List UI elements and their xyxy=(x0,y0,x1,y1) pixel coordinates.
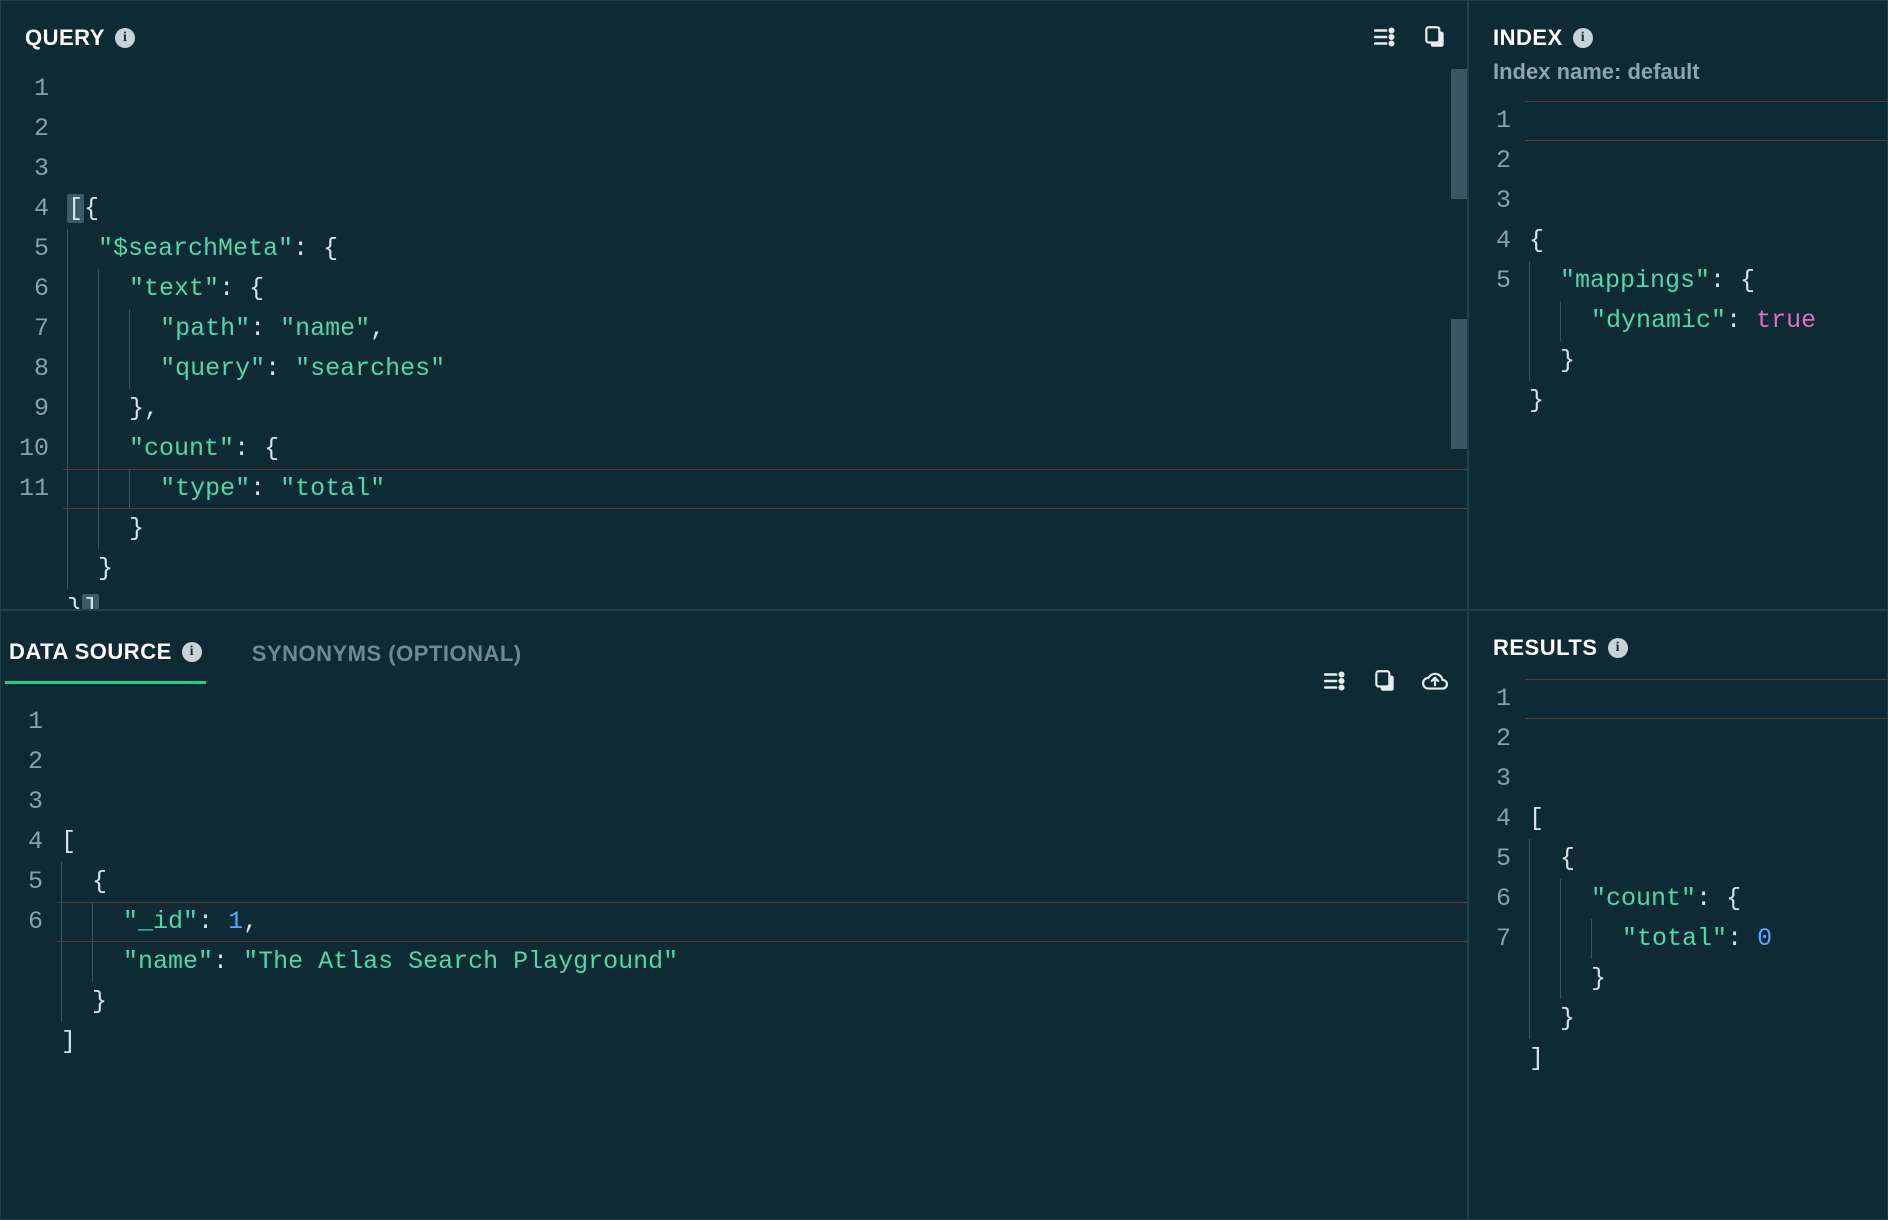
cursor-line xyxy=(1525,679,1887,719)
query-gutter: 1234567891011 xyxy=(1,59,63,609)
results-gutter: 1234567 xyxy=(1469,669,1525,1219)
upload-icon[interactable] xyxy=(1421,667,1449,695)
info-icon[interactable]: i xyxy=(1573,28,1593,48)
index-editor[interactable]: 12345 { "mappings": { "dynamic": true }} xyxy=(1469,91,1887,609)
query-code[interactable]: [{ "$searchMeta": { "text": { "path": "n… xyxy=(63,59,1467,609)
data-source-header: DATA SOURCE i SYNONYMS (OPTIONAL) xyxy=(1,611,1467,692)
results-code[interactable]: [ { "count": { "total": 0 } }] xyxy=(1525,669,1887,1219)
info-icon[interactable]: i xyxy=(1608,638,1628,658)
tab-label: SYNONYMS (OPTIONAL) xyxy=(252,641,522,667)
data-source-tabs: DATA SOURCE i SYNONYMS (OPTIONAL) xyxy=(5,611,526,684)
copy-icon[interactable] xyxy=(1371,667,1399,695)
results-title: RESULTS xyxy=(1493,635,1598,661)
data-source-gutter: 123456 xyxy=(1,692,57,1219)
tab-label: DATA SOURCE xyxy=(9,639,172,665)
data-source-editor[interactable]: 123456 [ { "_id": 1, "name": "The Atlas … xyxy=(1,692,1467,1219)
format-icon[interactable] xyxy=(1371,23,1399,51)
data-source-toolbar xyxy=(1321,667,1449,695)
index-gutter: 12345 xyxy=(1469,91,1525,609)
results-editor[interactable]: 1234567 [ { "count": { "total": 0 } }] xyxy=(1469,669,1887,1219)
index-code[interactable]: { "mappings": { "dynamic": true }} xyxy=(1525,91,1887,609)
cursor-line xyxy=(1525,101,1887,141)
tab-synonyms[interactable]: SYNONYMS (OPTIONAL) xyxy=(248,631,526,684)
data-source-panel: DATA SOURCE i SYNONYMS (OPTIONAL) xyxy=(0,610,1468,1220)
query-toolbar xyxy=(1371,23,1449,51)
format-icon[interactable] xyxy=(1321,667,1349,695)
index-header: INDEX i xyxy=(1469,1,1887,59)
query-header: QUERY i xyxy=(1,1,1467,59)
results-panel: RESULTS i 1234567 [ { "count": { "total"… xyxy=(1468,610,1888,1220)
data-source-code[interactable]: [ { "_id": 1, "name": "The Atlas Search … xyxy=(57,692,1467,1219)
index-title: INDEX xyxy=(1493,25,1563,51)
query-title: QUERY xyxy=(25,25,105,51)
index-panel: INDEX i Index name: default 12345 { "map… xyxy=(1468,0,1888,610)
query-editor[interactable]: 1234567891011 [{ "$searchMeta": { "text"… xyxy=(1,59,1467,609)
scrollbar-thumb[interactable] xyxy=(1451,69,1467,199)
copy-icon[interactable] xyxy=(1421,23,1449,51)
results-header: RESULTS i xyxy=(1469,611,1887,669)
index-subtitle: Index name: default xyxy=(1469,59,1887,91)
info-icon[interactable]: i xyxy=(115,28,135,48)
info-icon[interactable]: i xyxy=(182,642,202,662)
tab-data-source[interactable]: DATA SOURCE i xyxy=(5,631,206,684)
query-panel: QUERY i 1234567891011 [{ " xyxy=(0,0,1468,610)
scrollbar-thumb[interactable] xyxy=(1451,319,1467,449)
